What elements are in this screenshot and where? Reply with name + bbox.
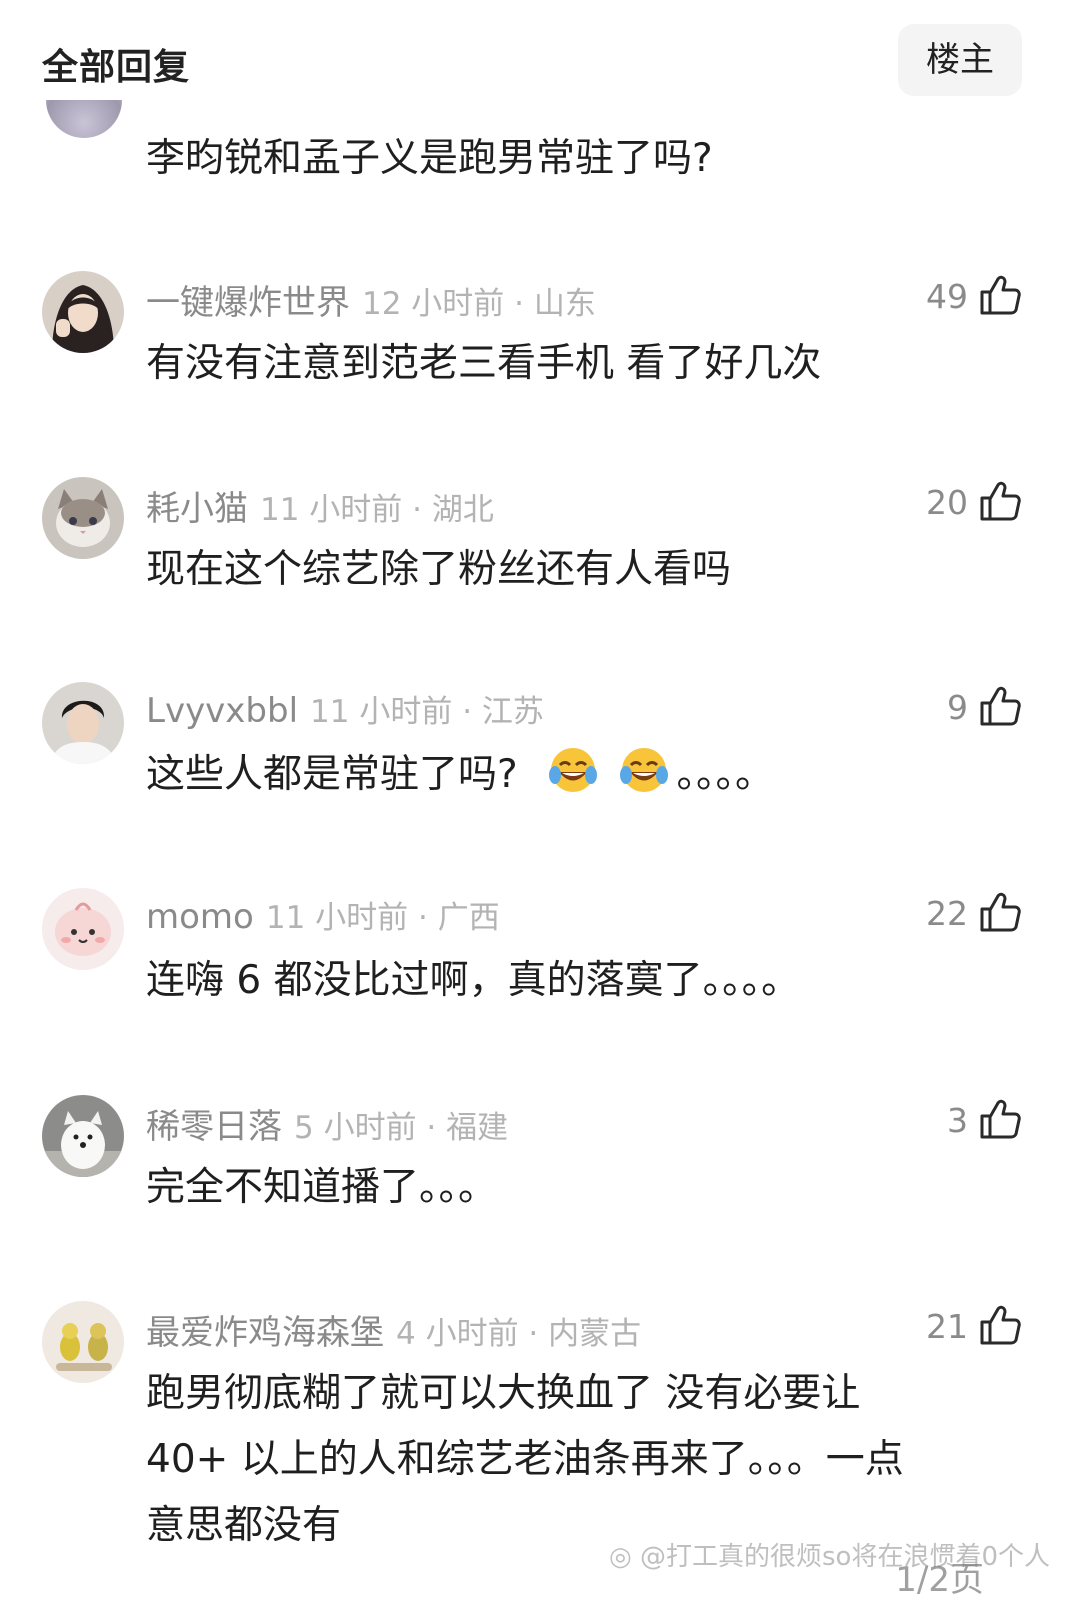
- portrait-woman-avatar[interactable]: [42, 682, 124, 764]
- thumbs-up-icon[interactable]: [978, 890, 1022, 934]
- comment-meta: 4 小时前 · 内蒙古: [396, 1316, 642, 1352]
- username[interactable]: momo 11 小时前 · 广西: [146, 892, 500, 937]
- reply-header: 全部回复 楼主: [0, 0, 1080, 115]
- thumbs-up-icon[interactable]: [978, 273, 1022, 317]
- cat-avatar[interactable]: [42, 477, 124, 559]
- comment-content: 有没有注意到范老三看手机 看了好几次: [146, 341, 822, 386]
- page-indicator: 1/2页: [895, 1560, 984, 1600]
- thumbs-up-icon[interactable]: [978, 684, 1022, 728]
- like-count: 21: [926, 1307, 968, 1346]
- username-text[interactable]: 最爱炸鸡海森堡: [146, 1313, 384, 1353]
- comment-content: 跑男彻底糊了就可以大换血了 没有必要让 40+ 以上的人和综艺老油条再来了。。。…: [146, 1361, 904, 1559]
- username-text[interactable]: 稀零日落: [146, 1107, 282, 1147]
- username-text[interactable]: Lvyvxbbl: [146, 691, 298, 731]
- comment-content: 这些人都是常驻了吗? 。。。。: [146, 742, 774, 808]
- op-only-button[interactable]: 楼主: [898, 24, 1022, 96]
- all-replies-title: 全部回复: [42, 47, 191, 88]
- toy-figures-avatar[interactable]: [42, 1301, 124, 1383]
- comment-content: 完全不知道播了。。。: [146, 1165, 498, 1210]
- username[interactable]: 稀零日落 5 小时前 · 福建: [146, 1099, 508, 1148]
- watermark-text: @打工真的很烦so将在浪惯着0个人: [640, 1542, 1050, 1572]
- comment-content: 李昀锐和孟子义是跑男常驻了吗?: [146, 136, 713, 181]
- laughing-crying-emoji: [549, 748, 598, 792]
- comment-meta: 11 小时前 · 湖北: [260, 492, 494, 528]
- weibo-icon: ◎: [609, 1542, 632, 1572]
- like-count: 22: [926, 894, 968, 933]
- comment-content: 现在这个综艺除了粉丝还有人看吗: [146, 547, 732, 592]
- laughing-crying-emoji: [619, 748, 668, 792]
- white-dog-avatar[interactable]: [42, 1095, 124, 1177]
- comment-meta: 5 小时前 · 福建: [294, 1110, 509, 1146]
- comment-text-suffix: 。。。。: [676, 752, 775, 797]
- username-text[interactable]: momo: [146, 897, 254, 937]
- thumbs-up-icon[interactable]: [978, 479, 1022, 523]
- username[interactable]: 耗小猫 11 小时前 · 湖北: [146, 481, 494, 530]
- username[interactable]: 最爱炸鸡海森堡 4 小时前 · 内蒙古: [146, 1305, 641, 1354]
- comment-meta: 11 小时前 · 江苏: [310, 694, 544, 730]
- username[interactable]: Lvyvxbbl 11 小时前 · 江苏: [146, 686, 544, 731]
- comment-text: 这些人都是常驻了吗?: [146, 752, 518, 797]
- thumbs-up-icon[interactable]: [978, 1303, 1022, 1347]
- like-count: 9: [947, 688, 968, 727]
- comment-line: 40+ 以上的人和综艺老油条再来了。。。一点: [146, 1437, 904, 1482]
- avatar[interactable]: [46, 100, 122, 142]
- username-text[interactable]: 一键爆炸世界: [146, 283, 350, 323]
- thumbs-up-icon[interactable]: [978, 1097, 1022, 1141]
- comment-content: 连嗨 6 都没比过啊，真的落寞了。。。。: [146, 958, 801, 1003]
- like-count: 49: [926, 277, 968, 316]
- like-count: 3: [947, 1101, 968, 1140]
- like-count: 20: [926, 483, 968, 522]
- cartoon-avatar[interactable]: [42, 888, 124, 970]
- comment-meta: 11 小时前 · 广西: [265, 900, 500, 936]
- username-text[interactable]: 耗小猫: [146, 489, 248, 529]
- portrait-woman-avatar[interactable]: [42, 271, 124, 353]
- comment-line: 跑男彻底糊了就可以大换血了 没有必要让: [146, 1371, 861, 1416]
- comment-meta: 12 小时前 · 山东: [362, 286, 596, 322]
- username[interactable]: 一键爆炸世界 12 小时前 · 山东: [146, 275, 596, 324]
